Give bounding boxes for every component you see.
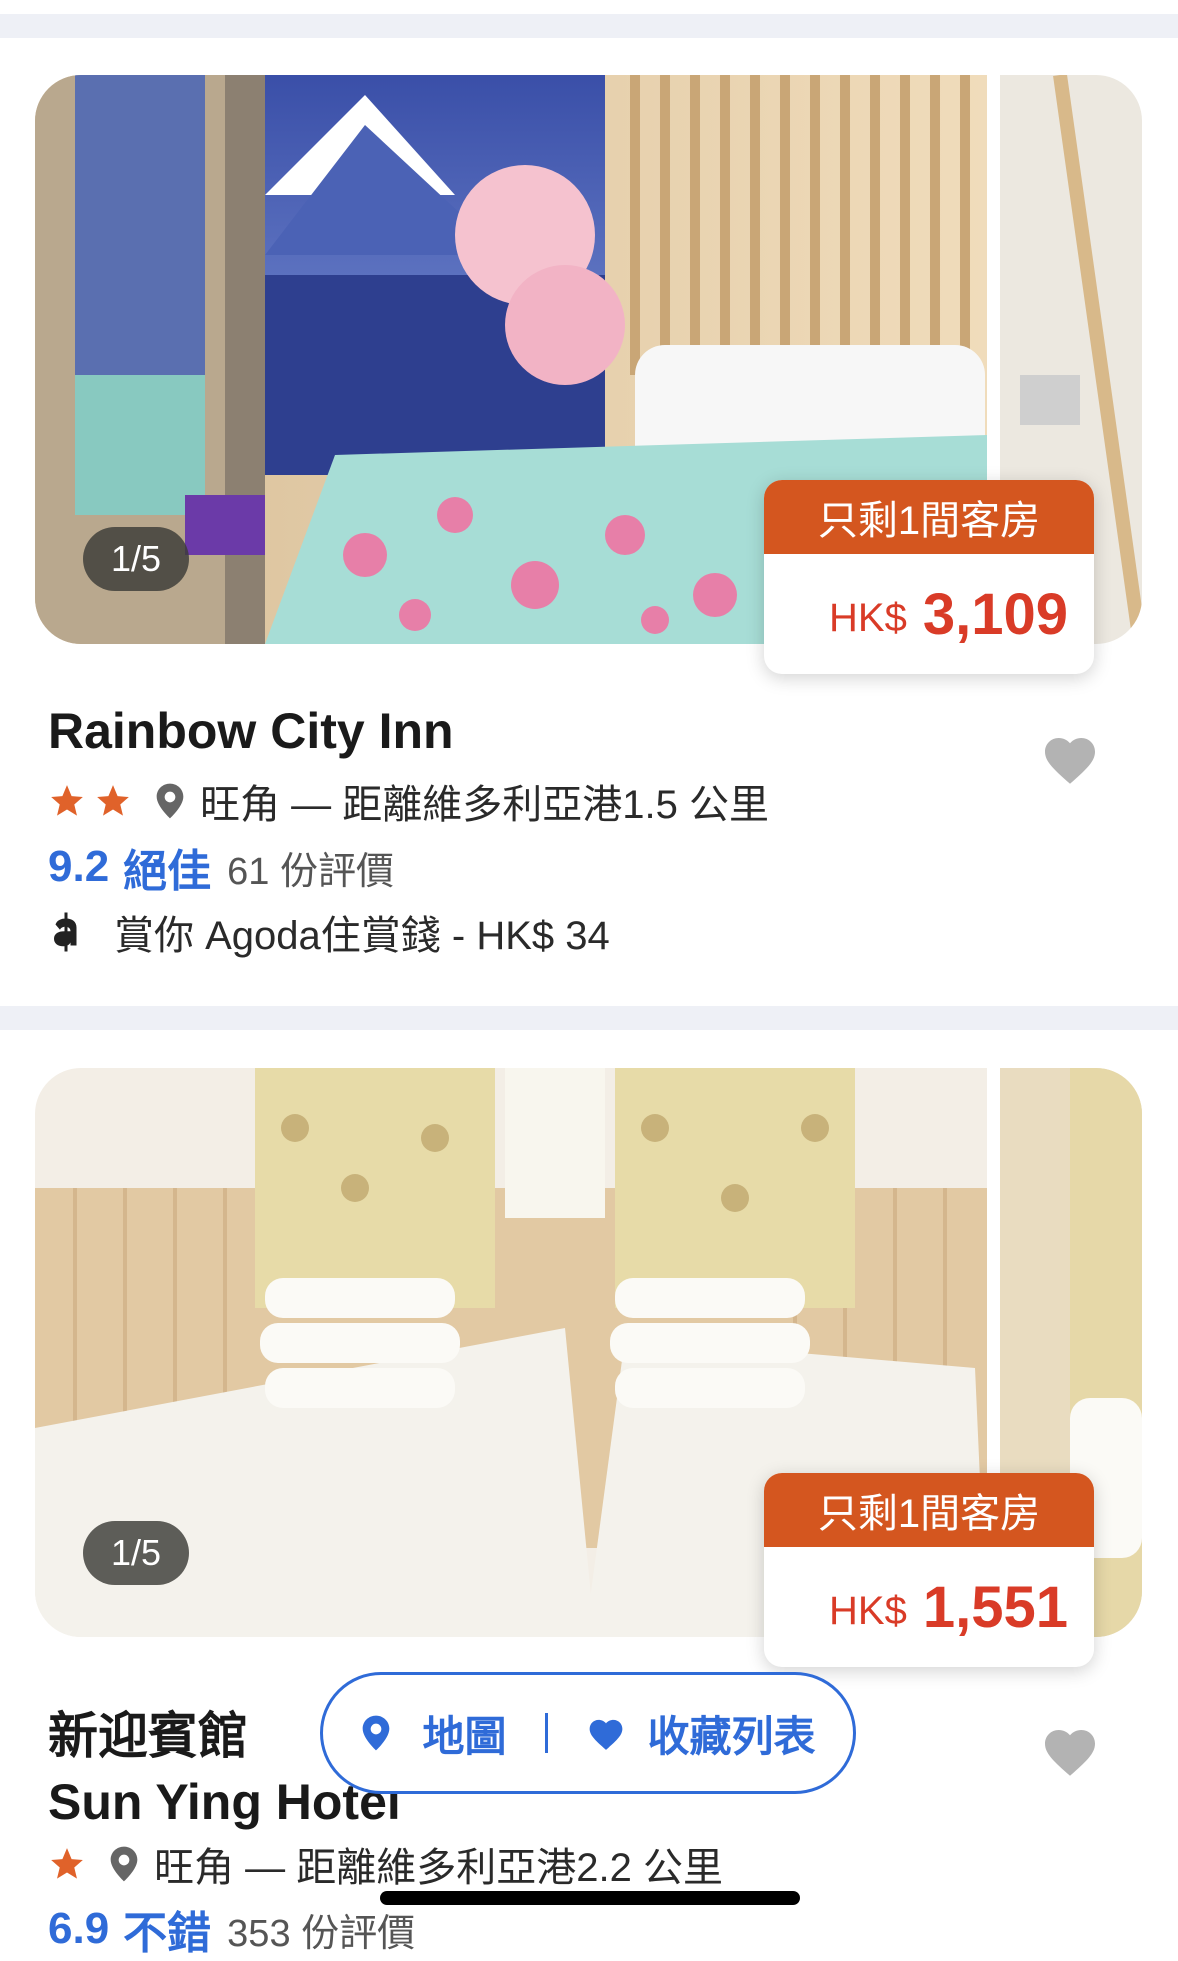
review-row[interactable]: 9.2 絕佳 61 份評價 bbox=[48, 842, 394, 896]
hotel-name[interactable]: Rainbow City Inn bbox=[48, 702, 454, 760]
section-separator bbox=[0, 1006, 1178, 1030]
star-icon bbox=[51, 785, 83, 816]
map-button[interactable]: 地圖 bbox=[360, 1703, 507, 1764]
location-pin-icon bbox=[110, 1846, 138, 1882]
favorites-button[interactable]: 收藏列表 bbox=[586, 1703, 816, 1764]
hotel-meta-row: 旺角 — 距離維多利亞港2.2 公里 bbox=[48, 1839, 723, 1890]
review-score: 6.9 bbox=[48, 1904, 110, 1953]
price-card[interactable]: 只剩1間客房 HK$ 3,109 bbox=[764, 480, 1094, 674]
floating-action-bar: 地圖 收藏列表 bbox=[320, 1672, 856, 1794]
star-icon bbox=[97, 785, 129, 816]
heart-icon[interactable] bbox=[1040, 1722, 1100, 1778]
heart-icon[interactable] bbox=[1040, 730, 1100, 786]
review-count: 61 份評價 bbox=[227, 850, 394, 893]
review-score-label: 絕佳 bbox=[123, 847, 212, 896]
home-indicator bbox=[380, 1891, 800, 1905]
review-score-label: 不錯 bbox=[123, 1909, 212, 1958]
favorites-label: 收藏列表 bbox=[647, 1712, 816, 1760]
hotel-meta-row: 旺角 — 距離維多利亞港1.5 公里 bbox=[48, 776, 769, 827]
price-currency: HK$ bbox=[829, 595, 907, 640]
location-text: 旺角 — 距離維多利亞港2.2 公里 bbox=[154, 1846, 723, 1890]
location-pin-icon bbox=[363, 1715, 390, 1751]
hotel-name-local[interactable]: 新迎賓館 bbox=[48, 1696, 248, 1768]
review-count: 353 份評價 bbox=[227, 1912, 416, 1955]
review-row[interactable]: 6.9 不錯 353 份評價 bbox=[48, 1904, 416, 1958]
price-currency: HK$ bbox=[829, 1588, 907, 1633]
urgency-badge: 只剩1間客房 bbox=[764, 1473, 1094, 1547]
divider bbox=[544, 1713, 548, 1753]
price-amount: 3,109 bbox=[922, 581, 1068, 647]
map-label: 地圖 bbox=[422, 1712, 507, 1760]
heart-icon bbox=[589, 1719, 622, 1750]
star-icon bbox=[51, 1848, 83, 1879]
price-card[interactable]: 只剩1間客房 HK$ 1,551 bbox=[764, 1473, 1094, 1667]
location-pin-icon bbox=[156, 783, 184, 819]
reward-row: 賞你 Agoda住賞錢 - HK$ 34 bbox=[48, 907, 610, 958]
review-score: 9.2 bbox=[48, 842, 110, 891]
photo-counter: 1/5 bbox=[83, 527, 189, 591]
section-separator bbox=[0, 14, 1178, 38]
photo-counter: 1/5 bbox=[83, 1521, 189, 1585]
urgency-badge: 只剩1間客房 bbox=[764, 480, 1094, 554]
reward-text: 賞你 Agoda住賞錢 - HK$ 34 bbox=[114, 914, 610, 958]
location-text: 旺角 — 距離維多利亞港1.5 公里 bbox=[200, 783, 769, 827]
agoda-cash-icon bbox=[54, 912, 77, 952]
price-amount: 1,551 bbox=[922, 1574, 1068, 1640]
